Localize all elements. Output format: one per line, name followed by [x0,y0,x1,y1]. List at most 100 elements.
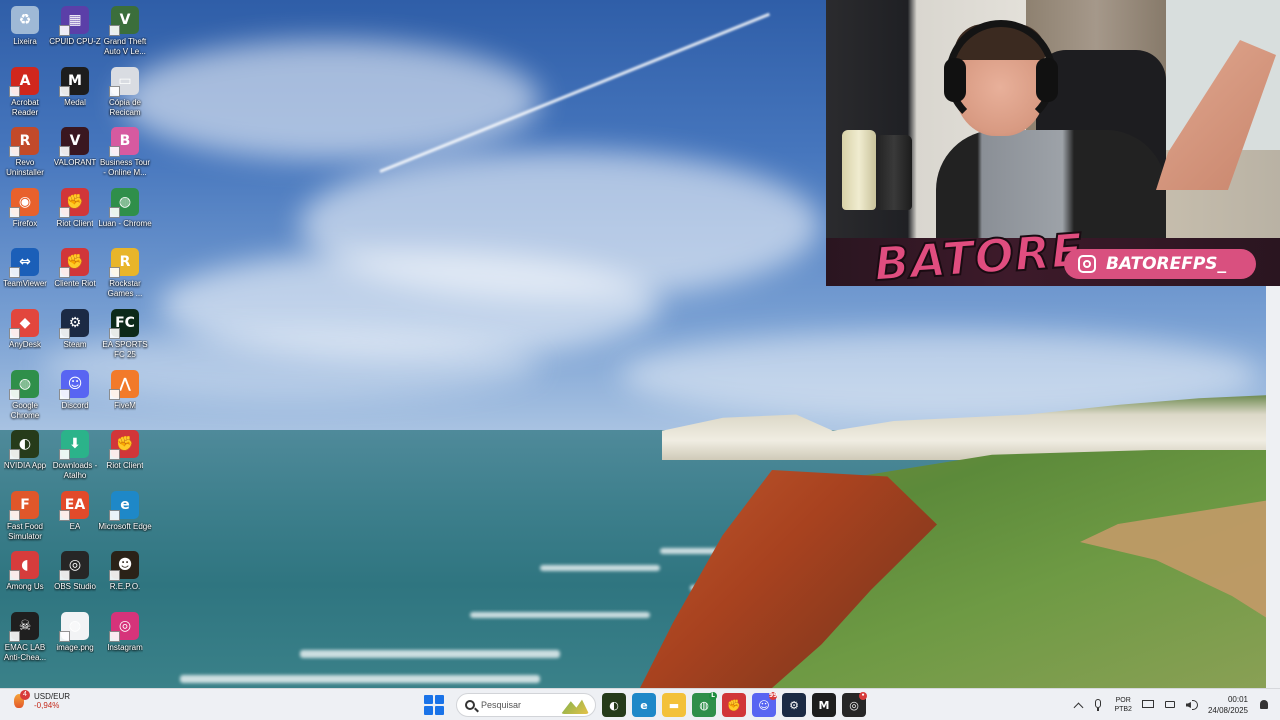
desktop-icon[interactable]: V VALORANT [48,127,102,168]
desktop-icon[interactable]: R Revo Uninstaller [0,127,52,178]
obs-taskbar-icon[interactable]: ◎ • [842,692,867,717]
desktop-icon[interactable]: F Fast Food Simulator [0,491,52,542]
input-language-indicator[interactable]: POR PTB2 [1114,696,1132,714]
desktop-icon[interactable]: ✊ Riot Client [48,188,102,229]
steam-taskbar-icon[interactable]: ⚙ [782,693,806,717]
desktop-icon[interactable]: ◍ Luan - Chrome [98,188,152,229]
desktop-icon[interactable]: ♻ Lixeira [0,6,52,47]
taskbar-app-badge: L [709,692,717,700]
desktop-icon-label: Business Tour - Online M... [99,158,151,177]
image-file-icon: ◍ [61,612,89,640]
desktop-icon-label: Acrobat Reader [11,98,39,117]
right-edge-strip [1266,286,1280,688]
taskbar-app-glyph: ☺ [758,698,770,712]
desktop-icon[interactable]: ⬇ Downloads - Atalho [48,430,102,481]
desktop-icon-label: Rockstar Games ... [107,279,143,298]
desktop-icon[interactable]: V Grand Theft Auto V Le... [98,6,152,57]
desktop-icon[interactable]: R Rockstar Games ... [98,248,152,299]
chrome-profile-icon: ◍ [111,188,139,216]
desktop-icon-label: Riot Client [106,461,144,470]
file-explorer-icon[interactable]: ▬ [662,693,686,717]
file-copy-icon: ▭ [111,67,139,95]
taskbar-search-box[interactable]: Pesquisar [456,693,596,717]
emac-icon: ☠ [11,612,39,640]
show-hidden-icons-chevron-icon[interactable] [1073,702,1084,712]
desktop-icon[interactable]: ☠ EMAC LAB Anti-Chea... [0,612,52,663]
desktop-icon[interactable]: ▭ Cópia de Recicam [98,67,152,118]
medal-taskbar-icon[interactable]: M [812,693,836,717]
amongus-icon: ◖ [11,551,39,579]
taskbar-app-glyph: e [640,698,648,712]
widget-currency-change: -0,94% [34,701,60,710]
desktop-icon[interactable]: ✊ Riot Client [98,430,152,471]
desktop-icon[interactable]: ◉ Firefox [0,188,52,229]
desktop-icon[interactable]: ☻ R.E.P.O. [98,551,152,592]
display-icon[interactable] [1141,699,1154,711]
desktop-icon-label: Downloads - Atalho [52,461,98,480]
desktop-icon-label: Medal [64,98,86,107]
desktop-icon[interactable]: FC EA SPORTS FC 25 [98,309,152,360]
weather-finance-widget[interactable]: 4 USD/EUR -0,94% [10,690,71,710]
desktop-icon[interactable]: ◐ NVIDIA App [0,430,52,471]
taskbar-app-glyph: ◎ [849,698,859,712]
webcam-bottle [842,130,876,210]
search-placeholder: Pesquisar [481,700,522,710]
volume-icon[interactable] [1186,699,1198,711]
notification-bell-icon[interactable] [1258,699,1270,711]
desktop-icon[interactable]: ◎ Instagram [98,612,152,653]
discord-taskbar-icon[interactable]: ☺ 99 [752,692,777,717]
desktop-icon-label: EA SPORTS FC 25 [102,340,148,359]
desktop-icon[interactable]: A Acrobat Reader [0,67,52,118]
network-icon[interactable] [1164,699,1176,711]
desktop-icon-label: VALORANT [53,158,97,167]
desktop-icon-label: Microsoft Edge [98,522,152,531]
edge-taskbar-icon[interactable]: e [632,693,656,717]
desktop-icon[interactable]: ☺ Discord [48,370,102,411]
windows-start-icon[interactable] [424,695,444,715]
desktop-icon[interactable]: ✊ Cliente Riot [48,248,102,289]
desktop-icon[interactable]: ◍ image.png [48,612,102,653]
desktop-icon-label: Fast Food Simulator [6,522,43,541]
edge-icon: e [111,491,139,519]
wallpaper-cloud [120,40,540,160]
steam-icon: ⚙ [61,309,89,337]
taskbar-clock[interactable]: 00:01 24/08/2025 [1208,694,1248,716]
desktop-icon-label: FiveM [114,401,136,410]
microphone-icon[interactable] [1092,699,1104,711]
firefox-icon: ◉ [11,188,39,216]
desktop-icon[interactable]: EA EA [48,491,102,532]
easports-icon: FC [111,309,139,337]
desktop-icon-label: Discord [61,401,89,410]
desktop-icon[interactable]: ◆ AnyDesk [0,309,52,350]
taskbar: 4 USD/EUR -0,94% Pesquisar ◐ e ▬ ◍ L ✊ ☺ 99 ⚙ M ◎ •… [0,688,1280,720]
desktop-icon[interactable]: ▦ CPUID CPU-Z [48,6,102,47]
desktop-icon[interactable]: ◍ Google Chrome [0,370,52,421]
desktop-icon[interactable]: B Business Tour - Online M... [98,127,152,178]
revo-icon: R [11,127,39,155]
widget-currency-pair: USD/EUR [34,692,71,701]
rockstar-icon: R [111,248,139,276]
desktop-icon[interactable]: ⋀ FiveM [98,370,152,411]
wallpaper-wave [300,650,560,658]
instagram-handle: BATOREFPS_ [1106,254,1227,274]
nvidia-taskbar-icon[interactable]: ◐ [602,693,626,717]
desktop-icon[interactable]: ◎ OBS Studio [48,551,102,592]
fastfood-icon: F [11,491,39,519]
desktop-icon[interactable]: ◖ Among Us [0,551,52,592]
instagram-icon: ◎ [111,612,139,640]
desktop-icon-label: Firefox [12,219,38,228]
chrome-taskbar-icon[interactable]: ◍ L [692,692,717,717]
desktop-icon[interactable]: e Microsoft Edge [98,491,152,532]
desktop-icon[interactable]: M Medal [48,67,102,108]
repo-icon: ☻ [111,551,139,579]
clock-date: 24/08/2025 [1207,706,1248,715]
desktop-icon[interactable]: ⇔ TeamViewer [0,248,52,289]
desktop-icon-label: Revo Uninstaller [6,158,44,177]
desktop-icon-label: Luan - Chrome [98,219,152,228]
riot-taskbar-icon[interactable]: ✊ [722,693,746,717]
desktop-icon-label: Google Chrome [10,401,40,420]
desktop-icon[interactable]: ⚙ Steam [48,309,102,350]
desktop-icon-label: EMAC LAB Anti-Chea... [3,643,47,662]
riot-icon: ✊ [61,188,89,216]
acrobat-icon: A [11,67,39,95]
